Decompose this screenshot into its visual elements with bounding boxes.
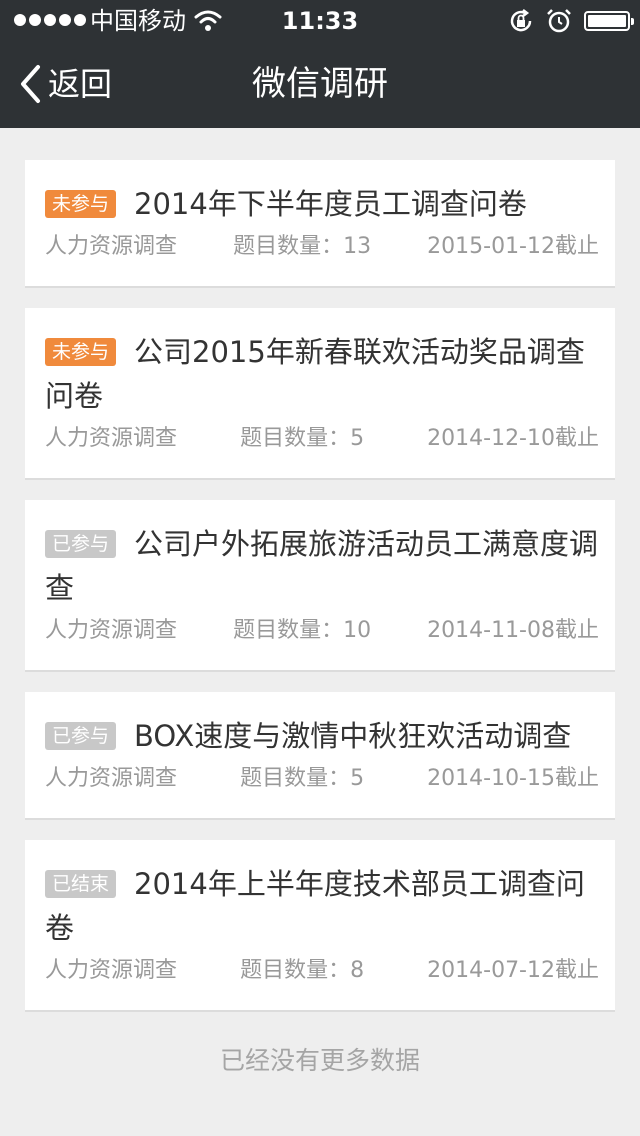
survey-deadline: 2014-07-12截止 <box>427 958 599 983</box>
status-badge: 未参与 <box>45 338 117 366</box>
survey-question-count: 题目数量：10 <box>233 618 372 643</box>
back-button[interactable]: 返回 <box>18 62 112 106</box>
survey-card[interactable]: 已参与 BOX速度与激情中秋狂欢活动调查 人力资源调查 题目数量：5 2014-1… <box>25 692 615 820</box>
survey-list: 未参与 2014年下半年度员工调查问卷 人力资源调查 题目数量：13 2015-0… <box>25 160 615 1032</box>
survey-title-row: 已结束 2014年上半年度技术部员工调查问卷 <box>45 862 599 950</box>
survey-category: 人力资源调查 <box>45 426 178 451</box>
survey-title: 2014年上半年度技术部员工调查问卷 <box>45 867 585 945</box>
survey-category: 人力资源调查 <box>45 618 178 643</box>
status-badge: 已结束 <box>45 870 117 898</box>
survey-question-count: 题目数量：13 <box>233 234 372 259</box>
survey-meta: 人力资源调查 题目数量：13 2015-01-12截止 <box>45 232 599 262</box>
survey-title: 2014年下半年度员工调查问卷 <box>134 187 527 221</box>
status-badge: 已参与 <box>45 722 117 750</box>
rotation-lock-icon <box>510 9 532 32</box>
survey-question-count: 题目数量：5 <box>240 426 365 451</box>
survey-category: 人力资源调查 <box>45 766 178 791</box>
back-label: 返回 <box>48 65 113 103</box>
survey-meta: 人力资源调查 题目数量：10 2014-11-08截止 <box>45 616 599 646</box>
survey-card[interactable]: 未参与 公司2015年新春联欢活动奖品调查问卷 人力资源调查 题目数量：5 201… <box>25 308 615 480</box>
top-bar: 中国移动 11:33 返回 微信调研 <box>0 0 640 128</box>
survey-card[interactable]: 已参与 公司户外拓展旅游活动员工满意度调查 人力资源调查 题目数量：10 2014… <box>25 500 615 672</box>
survey-deadline: 2015-01-12截止 <box>427 234 599 259</box>
survey-meta: 人力资源调查 题目数量：5 2014-10-15截止 <box>45 764 599 794</box>
survey-title-row: 已参与 BOX速度与激情中秋狂欢活动调查 <box>45 714 599 758</box>
survey-category: 人力资源调查 <box>45 234 178 259</box>
survey-category: 人力资源调查 <box>45 958 178 983</box>
survey-title: 公司户外拓展旅游活动员工满意度调查 <box>45 527 599 605</box>
chevron-left-icon <box>21 65 40 103</box>
survey-title: BOX速度与激情中秋狂欢活动调查 <box>134 719 572 753</box>
survey-deadline: 2014-12-10截止 <box>427 426 599 451</box>
status-badge: 已参与 <box>45 530 117 558</box>
survey-question-count: 题目数量：5 <box>240 766 365 791</box>
status-bar: 中国移动 11:33 <box>0 0 640 42</box>
no-more-data-text: 已经没有更多数据 <box>219 1046 420 1075</box>
survey-title-row: 未参与 2014年下半年度员工调查问卷 <box>45 182 599 226</box>
survey-title-row: 未参与 公司2015年新春联欢活动奖品调查问卷 <box>45 330 599 418</box>
survey-meta: 人力资源调查 题目数量：5 2014-12-10截止 <box>45 424 599 454</box>
survey-title-row: 已参与 公司户外拓展旅游活动员工满意度调查 <box>45 522 599 610</box>
survey-card[interactable]: 未参与 2014年下半年度员工调查问卷 人力资源调查 题目数量：13 2015-0… <box>25 160 615 288</box>
battery-icon <box>584 11 634 31</box>
survey-deadline: 2014-11-08截止 <box>427 618 599 643</box>
survey-meta: 人力资源调查 题目数量：8 2014-07-12截止 <box>45 956 599 986</box>
survey-title: 公司2015年新春联欢活动奖品调查问卷 <box>45 335 585 413</box>
status-badge: 未参与 <box>45 190 117 218</box>
alarm-clock-icon <box>547 9 571 33</box>
survey-deadline: 2014-10-15截止 <box>427 766 599 791</box>
survey-card[interactable]: 已结束 2014年上半年度技术部员工调查问卷 人力资源调查 题目数量：8 2014… <box>25 840 615 1012</box>
survey-question-count: 题目数量：8 <box>240 958 365 983</box>
navigation-bar: 返回 微信调研 <box>0 42 640 128</box>
status-icons <box>508 8 634 34</box>
